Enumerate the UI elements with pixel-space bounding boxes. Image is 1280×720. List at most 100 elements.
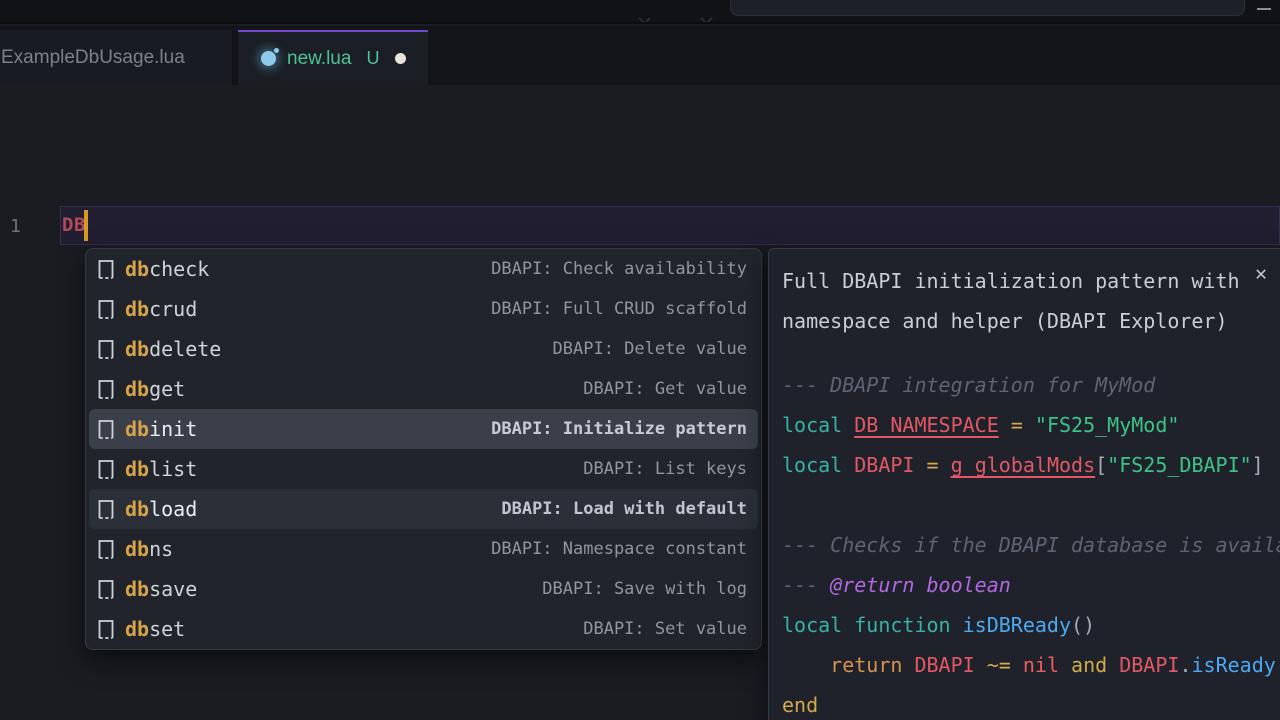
snippet-icon — [97, 299, 115, 320]
suggest-item-dbcrud[interactable]: dbcrudDBAPI: Full CRUD scaffold — [86, 289, 761, 329]
tab-exampledbusage[interactable]: ExampleDbUsage.lua — [0, 30, 233, 85]
code-token — [951, 613, 963, 637]
tab-new-lua[interactable]: new.lua U — [238, 30, 428, 85]
snippet-icon — [97, 579, 115, 600]
suggest-item-dbinit[interactable]: dbinit DBAPI: Initialize pattern — [89, 409, 758, 449]
code-token: () — [1071, 613, 1095, 637]
suggest-item-dbload[interactable]: dbload DBAPI: Load with default — [89, 489, 758, 529]
code-token: local — [782, 453, 842, 477]
suggest-label-match: db — [125, 417, 149, 441]
suggest-description: DBAPI: Load with default — [501, 499, 747, 519]
code-token — [902, 653, 914, 677]
command-center-searchbox[interactable] — [730, 0, 1245, 16]
code-line: end — [782, 685, 1280, 720]
close-icon[interactable]: ✕ — [1255, 261, 1267, 285]
suggest-label-match: db — [125, 377, 149, 401]
snippet-icon — [97, 259, 115, 280]
suggest-label: dbinit — [125, 417, 197, 441]
suggest-description: DBAPI: Initialize pattern — [491, 419, 747, 439]
editor-pane[interactable]: 1 DB dbcheckDBAPI: Check availabilitydbc… — [0, 85, 1280, 720]
suggest-description: DBAPI: Save with log — [542, 579, 747, 599]
snippet-icon — [97, 419, 115, 440]
forward-icon[interactable] — [700, 12, 713, 24]
snippet-icon — [97, 459, 115, 480]
code-token — [1107, 653, 1119, 677]
suggest-label-match: db — [125, 537, 149, 561]
doc-code-block: --- DBAPI integration for MyMod local DB_… — [782, 365, 1280, 720]
suggest-label: dblist — [125, 457, 197, 481]
code-token: g_globalMods — [951, 453, 1096, 477]
snippet-icon — [97, 339, 115, 360]
suggest-label-match: db — [125, 257, 149, 281]
suggest-item-dblist[interactable]: dblistDBAPI: List keys — [86, 449, 761, 489]
suggest-label-rest: init — [149, 417, 197, 441]
suggest-label: dbget — [125, 377, 185, 401]
code-line: local DBAPI = g_globalMods["FS25_DBAPI"] — [782, 445, 1280, 485]
suggest-item-dbcheck[interactable]: dbcheckDBAPI: Check availability — [86, 249, 761, 289]
code-token: = — [927, 453, 939, 477]
current-line-highlight — [60, 206, 1280, 245]
code-token: --- Checks if the DBAPI database is avai… — [782, 533, 1280, 557]
tab-label: ExampleDbUsage.lua — [1, 47, 185, 69]
suggest-item-dbget[interactable]: dbgetDBAPI: Get value — [86, 369, 761, 409]
suggest-label-rest: load — [149, 497, 197, 521]
line-number: 1 — [10, 216, 21, 237]
snippet-icon — [97, 499, 115, 520]
doc-title: Full DBAPI initialization pattern with n… — [782, 261, 1248, 341]
suggest-label-match: db — [125, 497, 149, 521]
code-token — [1011, 653, 1023, 677]
typed-text: DB — [62, 214, 86, 236]
suggest-label-rest: save — [149, 577, 197, 601]
suggest-label-rest: delete — [149, 337, 221, 361]
tab-bar: ExampleDbUsage.lua new.lua U — [0, 26, 1280, 85]
code-token: DBAPI — [914, 653, 974, 677]
code-line — [782, 485, 1280, 525]
code-token: [ — [1095, 453, 1107, 477]
suggest-description: DBAPI: Namespace constant — [491, 539, 747, 559]
code-token: . — [1179, 653, 1191, 677]
suggest-label: dbset — [125, 617, 185, 641]
code-line: local DB_NAMESPACE = "FS25_MyMod" — [782, 405, 1280, 445]
suggest-label-match: db — [125, 577, 149, 601]
code-token — [842, 613, 854, 637]
code-token: nil — [1023, 653, 1059, 677]
code-token: DBAPI — [854, 453, 914, 477]
minimize-icon[interactable] — [1257, 8, 1271, 10]
snippet-icon — [97, 379, 115, 400]
modified-dot-icon[interactable] — [395, 53, 406, 64]
text-cursor — [84, 210, 88, 241]
code-token: --- DBAPI integration for MyMod — [782, 373, 1155, 397]
code-token: isReady — [1191, 653, 1275, 677]
code-token: "FS25_DBAPI" — [1107, 453, 1252, 477]
suggest-label-rest: set — [149, 617, 185, 641]
suggest-item-dbsave[interactable]: dbsave DBAPI: Save with log — [86, 569, 761, 609]
code-token — [914, 453, 926, 477]
suggest-label: dbcheck — [125, 257, 209, 281]
code-token: = — [1011, 413, 1023, 437]
code-token — [939, 453, 951, 477]
code-token: @return boolean — [830, 573, 1011, 597]
code-line: return DBAPI ~= nil and DBAPI.isReady() — [782, 645, 1280, 685]
code-token — [999, 413, 1011, 437]
suggest-item-dbdelete[interactable]: dbdeleteDBAPI: Delete value — [86, 329, 761, 369]
code-token: ] — [1252, 453, 1264, 477]
suggest-label: dbsave — [125, 577, 197, 601]
suggest-label-rest: list — [149, 457, 197, 481]
back-icon[interactable] — [638, 12, 651, 24]
title-bar — [0, 0, 1280, 24]
code-token: ~= — [987, 653, 1011, 677]
code-token — [782, 653, 830, 677]
suggest-label-rest: ns — [149, 537, 173, 561]
tab-label: new.lua — [287, 48, 351, 70]
suggest-item-dbset[interactable]: dbsetDBAPI: Set value — [86, 609, 761, 649]
code-line: --- @return boolean — [782, 565, 1280, 605]
code-token: DB_NAMESPACE — [854, 413, 999, 437]
suggest-item-dbns[interactable]: dbns DBAPI: Namespace constant — [86, 529, 761, 569]
code-token: local — [782, 413, 842, 437]
suggest-label-match: db — [125, 457, 149, 481]
code-token: end — [782, 693, 818, 717]
suggest-label: dbdelete — [125, 337, 221, 361]
code-token — [1023, 413, 1035, 437]
code-token: return — [830, 653, 902, 677]
code-token: isDBReady — [963, 613, 1071, 637]
